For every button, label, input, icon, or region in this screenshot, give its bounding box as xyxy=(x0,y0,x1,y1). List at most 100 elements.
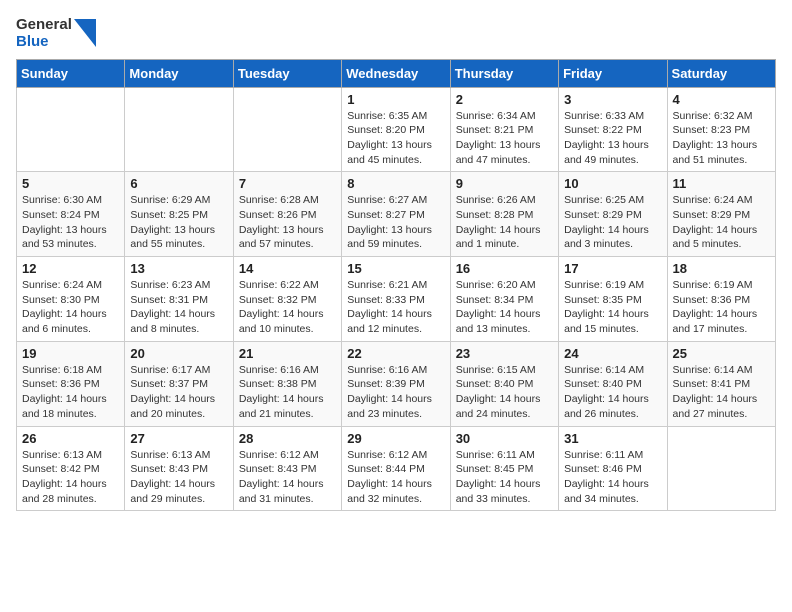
calendar-cell xyxy=(125,87,233,172)
day-info: Sunrise: 6:29 AMSunset: 8:25 PMDaylight:… xyxy=(130,193,227,252)
day-info: Sunrise: 6:33 AMSunset: 8:22 PMDaylight:… xyxy=(564,109,661,168)
day-number: 17 xyxy=(564,261,661,276)
calendar-cell: 19 Sunrise: 6:18 AMSunset: 8:36 PMDayligh… xyxy=(17,341,125,426)
day-info: Sunrise: 6:30 AMSunset: 8:24 PMDaylight:… xyxy=(22,193,119,252)
day-number: 19 xyxy=(22,346,119,361)
day-number: 25 xyxy=(673,346,770,361)
day-info: Sunrise: 6:18 AMSunset: 8:36 PMDaylight:… xyxy=(22,363,119,422)
day-number: 5 xyxy=(22,176,119,191)
day-number: 27 xyxy=(130,431,227,446)
weekday-header-friday: Friday xyxy=(559,59,667,87)
calendar-week-row: 19 Sunrise: 6:18 AMSunset: 8:36 PMDayligh… xyxy=(17,341,776,426)
logo-blue-text: Blue xyxy=(16,33,72,50)
day-info: Sunrise: 6:21 AMSunset: 8:33 PMDaylight:… xyxy=(347,278,444,337)
day-number: 22 xyxy=(347,346,444,361)
calendar-week-row: 5 Sunrise: 6:30 AMSunset: 8:24 PMDaylight… xyxy=(17,172,776,257)
calendar-cell: 28Sunrise: 6:12 AMSunset: 8:43 PMDayligh… xyxy=(233,426,341,511)
day-number: 29 xyxy=(347,431,444,446)
day-info: Sunrise: 6:15 AMSunset: 8:40 PMDaylight:… xyxy=(456,363,553,422)
day-info: Sunrise: 6:26 AMSunset: 8:28 PMDaylight:… xyxy=(456,193,553,252)
day-info: Sunrise: 6:19 AMSunset: 8:36 PMDaylight:… xyxy=(673,278,770,337)
calendar-week-row: 12 Sunrise: 6:24 AMSunset: 8:30 PMDayligh… xyxy=(17,257,776,342)
logo-container: General Blue xyxy=(16,16,96,51)
day-info: Sunrise: 6:13 AMSunset: 8:43 PMDaylight:… xyxy=(130,448,227,507)
day-number: 3 xyxy=(564,92,661,107)
day-info: Sunrise: 6:17 AMSunset: 8:37 PMDaylight:… xyxy=(130,363,227,422)
day-info: Sunrise: 6:11 AMSunset: 8:46 PMDaylight:… xyxy=(564,448,661,507)
calendar-body: 1 Sunrise: 6:35 AMSunset: 8:20 PMDaylight… xyxy=(17,87,776,511)
day-number: 4 xyxy=(673,92,770,107)
calendar-cell: 21Sunrise: 6:16 AMSunset: 8:38 PMDayligh… xyxy=(233,341,341,426)
day-number: 24 xyxy=(564,346,661,361)
day-info: Sunrise: 6:34 AMSunset: 8:21 PMDaylight:… xyxy=(456,109,553,168)
calendar-cell: 4 Sunrise: 6:32 AMSunset: 8:23 PMDaylight… xyxy=(667,87,775,172)
day-info: Sunrise: 6:20 AMSunset: 8:34 PMDaylight:… xyxy=(456,278,553,337)
calendar-cell xyxy=(667,426,775,511)
day-info: Sunrise: 6:24 AMSunset: 8:29 PMDaylight:… xyxy=(673,193,770,252)
day-info: Sunrise: 6:23 AMSunset: 8:31 PMDaylight:… xyxy=(130,278,227,337)
calendar-cell: 14 Sunrise: 6:22 AMSunset: 8:32 PMDayligh… xyxy=(233,257,341,342)
calendar-cell: 12 Sunrise: 6:24 AMSunset: 8:30 PMDayligh… xyxy=(17,257,125,342)
day-number: 30 xyxy=(456,431,553,446)
calendar-cell: 5 Sunrise: 6:30 AMSunset: 8:24 PMDaylight… xyxy=(17,172,125,257)
calendar-cell: 22 Sunrise: 6:16 AMSunset: 8:39 PMDayligh… xyxy=(342,341,450,426)
day-info: Sunrise: 6:11 AMSunset: 8:45 PMDaylight:… xyxy=(456,448,553,507)
day-info: Sunrise: 6:27 AMSunset: 8:27 PMDaylight:… xyxy=(347,193,444,252)
logo: General Blue xyxy=(16,16,96,51)
calendar-cell: 2 Sunrise: 6:34 AMSunset: 8:21 PMDaylight… xyxy=(450,87,558,172)
weekday-header-tuesday: Tuesday xyxy=(233,59,341,87)
calendar-cell: 1 Sunrise: 6:35 AMSunset: 8:20 PMDaylight… xyxy=(342,87,450,172)
weekday-header-saturday: Saturday xyxy=(667,59,775,87)
day-info: Sunrise: 6:35 AMSunset: 8:20 PMDaylight:… xyxy=(347,109,444,168)
weekday-header-wednesday: Wednesday xyxy=(342,59,450,87)
calendar-cell: 20 Sunrise: 6:17 AMSunset: 8:37 PMDayligh… xyxy=(125,341,233,426)
day-info: Sunrise: 6:13 AMSunset: 8:42 PMDaylight:… xyxy=(22,448,119,507)
day-info: Sunrise: 6:24 AMSunset: 8:30 PMDaylight:… xyxy=(22,278,119,337)
weekday-header-row: SundayMondayTuesdayWednesdayThursdayFrid… xyxy=(17,59,776,87)
day-info: Sunrise: 6:25 AMSunset: 8:29 PMDaylight:… xyxy=(564,193,661,252)
day-number: 1 xyxy=(347,92,444,107)
day-number: 13 xyxy=(130,261,227,276)
day-number: 7 xyxy=(239,176,336,191)
weekday-header-sunday: Sunday xyxy=(17,59,125,87)
day-number: 16 xyxy=(456,261,553,276)
day-number: 26 xyxy=(22,431,119,446)
day-number: 9 xyxy=(456,176,553,191)
day-number: 8 xyxy=(347,176,444,191)
weekday-header-monday: Monday xyxy=(125,59,233,87)
calendar-cell: 7 Sunrise: 6:28 AMSunset: 8:26 PMDaylight… xyxy=(233,172,341,257)
calendar-cell: 10 Sunrise: 6:25 AMSunset: 8:29 PMDayligh… xyxy=(559,172,667,257)
day-number: 31 xyxy=(564,431,661,446)
day-info: Sunrise: 6:28 AMSunset: 8:26 PMDaylight:… xyxy=(239,193,336,252)
calendar-table: SundayMondayTuesdayWednesdayThursdayFrid… xyxy=(16,59,776,512)
day-number: 10 xyxy=(564,176,661,191)
day-number: 15 xyxy=(347,261,444,276)
calendar-cell: 17Sunrise: 6:19 AMSunset: 8:35 PMDayligh… xyxy=(559,257,667,342)
calendar-cell xyxy=(17,87,125,172)
day-number: 14 xyxy=(239,261,336,276)
day-number: 21 xyxy=(239,346,336,361)
day-number: 12 xyxy=(22,261,119,276)
calendar-cell: 15 Sunrise: 6:21 AMSunset: 8:33 PMDayligh… xyxy=(342,257,450,342)
calendar-cell: 24 Sunrise: 6:14 AMSunset: 8:40 PMDayligh… xyxy=(559,341,667,426)
day-number: 11 xyxy=(673,176,770,191)
calendar-cell: 8 Sunrise: 6:27 AMSunset: 8:27 PMDaylight… xyxy=(342,172,450,257)
calendar-cell: 3 Sunrise: 6:33 AMSunset: 8:22 PMDaylight… xyxy=(559,87,667,172)
day-info: Sunrise: 6:12 AMSunset: 8:44 PMDaylight:… xyxy=(347,448,444,507)
page-header: General Blue xyxy=(16,16,776,51)
calendar-week-row: 26 Sunrise: 6:13 AMSunset: 8:42 PMDayligh… xyxy=(17,426,776,511)
day-info: Sunrise: 6:16 AMSunset: 8:39 PMDaylight:… xyxy=(347,363,444,422)
day-number: 6 xyxy=(130,176,227,191)
day-number: 18 xyxy=(673,261,770,276)
day-number: 20 xyxy=(130,346,227,361)
calendar-cell: 16 Sunrise: 6:20 AMSunset: 8:34 PMDayligh… xyxy=(450,257,558,342)
calendar-cell xyxy=(233,87,341,172)
logo-general-text: General xyxy=(16,16,72,33)
calendar-week-row: 1 Sunrise: 6:35 AMSunset: 8:20 PMDaylight… xyxy=(17,87,776,172)
day-info: Sunrise: 6:22 AMSunset: 8:32 PMDaylight:… xyxy=(239,278,336,337)
day-info: Sunrise: 6:32 AMSunset: 8:23 PMDaylight:… xyxy=(673,109,770,168)
day-number: 2 xyxy=(456,92,553,107)
day-info: Sunrise: 6:14 AMSunset: 8:40 PMDaylight:… xyxy=(564,363,661,422)
calendar-cell: 31 Sunrise: 6:11 AMSunset: 8:46 PMDayligh… xyxy=(559,426,667,511)
calendar-cell: 6 Sunrise: 6:29 AMSunset: 8:25 PMDaylight… xyxy=(125,172,233,257)
